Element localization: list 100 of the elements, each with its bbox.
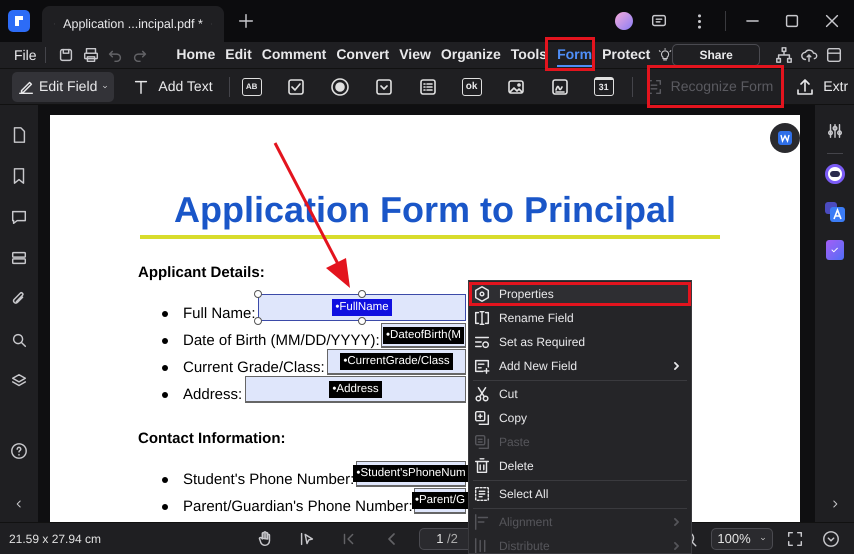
menu-item-label: Copy <box>499 410 528 427</box>
form-field[interactable]: •Address <box>245 376 466 403</box>
form-field[interactable]: •DateofBirth(M <box>381 323 466 348</box>
translate-icon[interactable] <box>824 202 844 222</box>
sliders-icon <box>826 122 844 140</box>
new-tab-icon <box>237 12 255 30</box>
bullet-icon <box>162 338 168 344</box>
radio-tool-icon <box>330 76 350 96</box>
extract-button[interactable]: Extr <box>795 76 848 97</box>
list-tool-icon <box>418 76 438 96</box>
menu-item[interactable]: Rename Field <box>469 306 691 330</box>
rename-icon <box>473 309 491 327</box>
trash-icon <box>473 457 491 475</box>
copy-icon <box>473 409 491 427</box>
highlight-box <box>545 37 595 71</box>
more-icon <box>822 530 840 548</box>
field-name-tag: •Parent/G <box>412 492 468 509</box>
menu-item[interactable]: Add New Field <box>469 354 691 378</box>
form-field[interactable]: •Student'sPhoneNum <box>356 461 466 487</box>
resize-handle[interactable] <box>358 317 366 325</box>
menu-tab[interactable]: Comment <box>262 44 326 66</box>
bullet-icon <box>162 311 168 317</box>
menu-tab[interactable]: Home <box>176 44 216 66</box>
menu-item-label: Properties <box>499 286 554 303</box>
lightbulb-icon <box>658 47 672 63</box>
maximize-icon <box>783 12 801 30</box>
file-menu[interactable]: File <box>14 44 37 66</box>
more-options-icon <box>698 14 700 28</box>
menu-item[interactable]: Select All <box>469 482 691 506</box>
button-tool-icon[interactable]: ok <box>462 78 482 96</box>
menu-tab[interactable]: Tools <box>510 44 548 66</box>
signature-tool-icon <box>550 76 570 96</box>
panel-icon <box>824 46 843 64</box>
menu-item[interactable]: Cut <box>469 382 691 406</box>
minimize-icon <box>746 20 758 22</box>
bullet-icon <box>162 392 168 398</box>
avatar-icon[interactable] <box>615 12 633 30</box>
menu-item[interactable]: Copy <box>469 406 691 430</box>
menu-tab[interactable]: Protect <box>602 44 650 66</box>
hierarchy-icon <box>775 46 794 64</box>
tab-title: Application ...incipal.pdf * <box>63 16 203 33</box>
menu-item-label: Set as Required <box>499 334 586 351</box>
field-name-tag: •CurrentGrade/Class <box>340 353 453 370</box>
section-heading: Contact Information: <box>138 429 286 449</box>
upload-icon <box>795 76 816 96</box>
field-label: Parent/Guardian's Phone Number: <box>183 497 413 517</box>
add-text-button[interactable]: Add Text <box>132 76 213 97</box>
field-name-tag: •Student'sPhoneNum <box>353 465 469 482</box>
menu-tab[interactable]: Organize <box>440 44 501 66</box>
app-logo-icon <box>8 10 30 32</box>
resize-handle[interactable] <box>254 290 262 298</box>
field-name-tag: •DateofBirth(M <box>383 326 464 344</box>
menu-item-label: Cut <box>499 386 518 403</box>
date-tool-icon[interactable]: 31 <box>594 77 614 96</box>
close-window-icon <box>823 12 841 30</box>
align-icon <box>473 513 491 531</box>
checkbox-tool-icon <box>286 76 306 96</box>
menu-tab[interactable]: View <box>399 44 431 66</box>
form-field[interactable]: •Parent/G <box>414 488 466 514</box>
layers-stack-icon <box>10 249 28 267</box>
ai-assistant-icon[interactable] <box>824 164 844 184</box>
menu-item[interactable]: Set as Required <box>469 330 691 354</box>
field-label: Address: <box>183 385 242 405</box>
menu-item-label: Add New Field <box>499 358 578 375</box>
field-label: Date of Birth (MM/DD/YYYY): <box>183 331 380 351</box>
form-field[interactable]: •CurrentGrade/Class <box>327 349 466 375</box>
hexagon-icon <box>473 285 491 303</box>
add-field-icon <box>473 357 491 375</box>
field-name-tag: •Address <box>329 380 382 398</box>
menu-tab[interactable]: Form <box>557 44 592 66</box>
bullet-icon <box>162 365 168 371</box>
dropdown-tool-icon <box>374 76 394 96</box>
share-button[interactable]: Share <box>672 44 760 66</box>
previous-page-icon <box>388 532 395 544</box>
edit-field-button[interactable]: Edit Field <box>12 72 114 102</box>
resize-handle[interactable] <box>254 317 262 325</box>
page-size-label: 21.59 x 27.94 cm <box>9 530 102 548</box>
resize-handle[interactable] <box>358 290 366 298</box>
form-field[interactable]: •FullName <box>258 294 466 321</box>
menu-item-label: Rename Field <box>499 310 574 327</box>
menu-item-label: Delete <box>499 458 534 475</box>
help-icon <box>10 442 28 460</box>
paste-icon <box>473 433 491 451</box>
checklist-icon[interactable] <box>826 240 844 260</box>
menu-item[interactable]: Properties <box>469 282 691 306</box>
menu-tab[interactable]: Convert <box>336 44 390 66</box>
text-field-tool-icon[interactable]: AB <box>242 78 262 96</box>
menu-item-label: Select All <box>499 486 548 503</box>
menu-tab[interactable]: Edit <box>225 44 252 66</box>
field-name-tag: •FullName <box>332 299 392 316</box>
menu-item[interactable]: Delete <box>469 454 691 478</box>
bullet-icon <box>162 477 168 483</box>
zoom-dropdown[interactable]: 100% <box>711 528 773 550</box>
field-label: Student's Phone Number: <box>183 470 354 490</box>
field-label: Full Name: <box>183 304 256 324</box>
print-icon <box>82 46 100 64</box>
section-heading: Applicant Details: <box>138 263 265 283</box>
search-icon <box>10 331 28 349</box>
document-tab[interactable]: Application ...incipal.pdf * <box>42 6 224 42</box>
select-all-icon <box>473 485 491 503</box>
